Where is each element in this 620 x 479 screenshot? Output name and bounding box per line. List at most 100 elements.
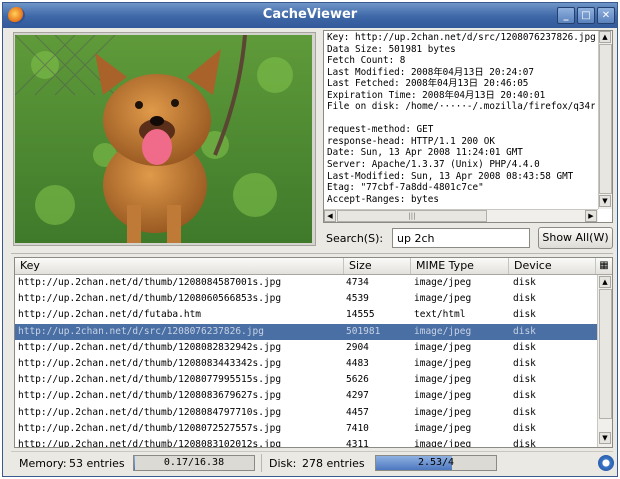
scroll-left-icon[interactable]: ◀ [324,210,336,222]
detail-line: Last Modified: 2008年04月13日 20:24:07 [327,66,535,78]
cell-device: disk [513,277,536,288]
status-divider [261,454,262,472]
table-row[interactable]: http://up.2chan.net/d/thumb/120807252755… [15,421,597,437]
cached-image-preview [15,35,312,243]
details-horizontal-scrollbar[interactable]: ◀ ||| ▶ [324,209,598,222]
cacheviewer-window: CacheViewer _ □ ✕ Key: http://up.2chan.n… [2,2,618,477]
memory-usage-text: 0.17/16.38 [163,457,225,468]
cell-size: 2904 [346,341,369,353]
search-label: Search(S): [326,232,384,245]
cell-mime-type: image/jpeg [414,358,472,369]
cell-device: disk [513,406,536,418]
cell-device: disk [513,358,536,369]
cell-size: 4297 [346,390,369,402]
cell-key: http://up.2chan.net/d/src/1208076237826.… [18,325,264,337]
table-header: Key Size MIME Type Device ▦ [15,258,612,275]
detail-line: Etag: "77cbf-7a8dd-4801c7ce" [327,182,484,194]
details-vertical-scrollbar[interactable]: ▲ ▼ [598,31,612,209]
search-input[interactable] [392,228,530,248]
close-button[interactable]: ✕ [597,7,615,24]
cell-key: http://up.2chan.net/d/thumb/120807252755… [18,422,282,434]
table-row[interactable]: http://up.2chan.net/d/thumb/120808458700… [15,275,597,291]
column-picker-icon[interactable]: ▦ [596,258,612,274]
cell-key: http://up.2chan.net/d/thumb/120808283294… [18,341,282,353]
cell-size: 4539 [346,293,369,305]
cell-size: 5626 [346,374,369,386]
detail-line: Accept-Ranges: bytes [327,193,439,205]
cell-device: disk [513,439,536,447]
horizontal-scroll-thumb[interactable]: ||| [337,210,487,222]
scroll-down-icon[interactable]: ▼ [599,432,611,444]
table-row[interactable]: http://up.2chan.net/d/thumb/120808367962… [15,388,597,404]
cell-size: 4734 [346,277,369,288]
table-row[interactable]: http://up.2chan.net/d/thumb/120808479771… [15,405,597,421]
cell-device: disk [513,422,536,434]
status-bar: Memory: 53 entries 0.17/16.38 Disk: 278 … [11,451,614,473]
cell-key: http://up.2chan.net/d/thumb/120808479771… [18,406,282,418]
detail-line: Last Fetched: 2008年04月13日 20:46:05 [327,78,529,90]
disk-usage-bar: 2.53/4 [375,455,497,471]
scroll-up-icon[interactable]: ▲ [599,276,611,288]
table-scroll-thumb[interactable] [599,289,612,419]
detail-line: Key: http://up.2chan.net/d/src/120807623… [327,32,595,43]
cell-size: 4483 [346,358,369,369]
detail-line: Date: Sun, 13 Apr 2008 11:24:01 GMT [327,147,523,159]
disk-usage-text: 2.53/4 [417,457,455,468]
cell-mime-type: image/jpeg [414,374,472,386]
table-row[interactable]: http://up.2chan.net/d/thumb/120808344334… [15,356,597,372]
table-row[interactable]: http://up.2chan.net/d/futaba.htm 14555 tex… [15,307,597,323]
detail-line: response-head: HTTP/1.1 200 OK [327,135,495,147]
title-bar[interactable]: CacheViewer _ □ ✕ [3,3,617,28]
cell-device: disk [513,341,536,353]
disk-label: Disk: [269,457,297,470]
detail-line: request-method: GET [327,124,434,136]
cell-key: http://up.2chan.net/d/thumb/120808310201… [18,439,282,447]
memory-label: Memory: [19,457,67,470]
cell-device: disk [513,325,536,337]
cell-device: disk [513,293,536,305]
table-row[interactable]: http://up.2chan.net/d/thumb/120806056685… [15,291,597,307]
cell-mime-type: image/jpeg [414,406,472,418]
cell-mime-type: image/jpeg [414,293,472,305]
scroll-down-icon[interactable]: ▼ [599,195,611,207]
pane-splitter[interactable] [11,253,613,254]
detail-line: Data Size: 501981 bytes [327,43,456,55]
detail-line: Expiration Time: 2008年04月13日 20:40:01 [327,89,546,101]
cell-device: disk [513,309,536,321]
refresh-icon[interactable] [598,455,614,471]
column-header-device[interactable]: Device [509,258,596,274]
minimize-button[interactable]: _ [557,7,575,24]
detail-line: Fetch Count: 8 [327,55,406,67]
table-row[interactable]: http://up.2chan.net/d/thumb/120808310201… [15,437,597,447]
detail-line [327,113,595,125]
maximize-button[interactable]: □ [577,7,595,24]
memory-entries: 53 entries [69,457,125,470]
table-row[interactable]: http://up.2chan.net/d/thumb/120808283294… [15,340,597,356]
scroll-right-icon[interactable]: ▶ [585,210,597,222]
column-header-mime-type[interactable]: MIME Type [411,258,509,274]
column-header-key[interactable]: Key [15,258,344,274]
cell-key: http://up.2chan.net/d/futaba.htm [18,309,202,321]
show-all-button[interactable]: Show All(W) [538,227,613,249]
column-header-size[interactable]: Size [344,258,411,274]
table-vertical-scrollbar[interactable]: ▲ ▼ [597,275,612,447]
cell-size: 501981 [346,325,381,337]
table-rows: http://up.2chan.net/d/thumb/120808458700… [15,275,597,447]
cell-key: http://up.2chan.net/d/thumb/120808458700… [18,277,282,288]
cell-mime-type: image/jpeg [414,277,472,288]
cell-size: 4457 [346,406,369,418]
memory-usage-bar: 0.17/16.38 [133,455,255,471]
table-row[interactable]: http://up.2chan.net/d/thumb/120807799551… [15,372,597,388]
table-row[interactable]: http://up.2chan.net/d/src/1208076237826.… [15,323,597,340]
cache-entry-details: Key: http://up.2chan.net/d/src/120807623… [323,30,613,223]
cell-mime-type: image/jpeg [414,422,472,434]
detail-line: Server: Apache/1.3.37 (Unix) PHP/4.4.0 [327,159,540,171]
detail-line: Last-Modified: Sun, 13 Apr 2008 08:43:58… [327,170,574,182]
cell-device: disk [513,390,536,402]
cell-mime-type: image/jpeg [414,390,472,402]
cell-mime-type: image/jpeg [414,341,472,353]
cell-mime-type: image/jpeg [414,439,472,447]
cell-key: http://up.2chan.net/d/thumb/120808367962… [18,390,282,402]
scroll-thumb[interactable] [599,44,612,194]
scroll-up-icon[interactable]: ▲ [599,31,611,43]
